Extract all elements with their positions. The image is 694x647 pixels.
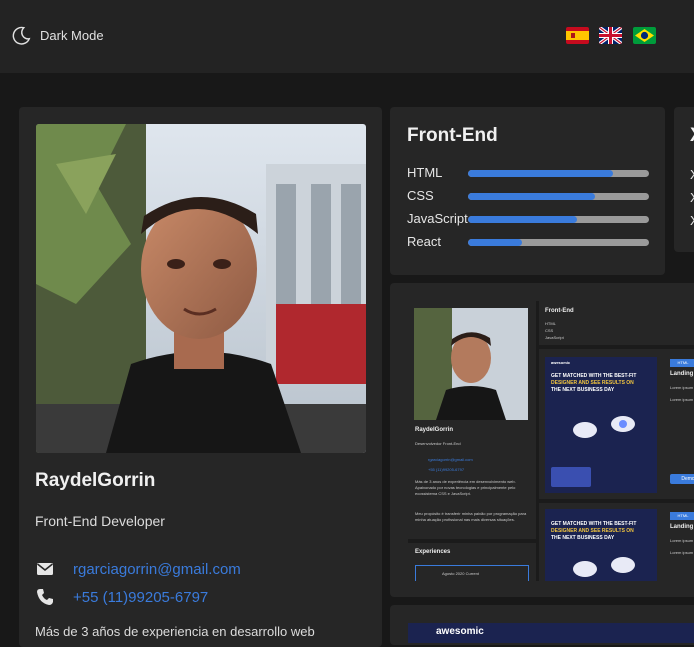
skill-row: React (407, 234, 652, 252)
skill-bar-fill (468, 170, 613, 177)
mini-card-line: Lorem ipsum (670, 538, 694, 543)
mini-card-line: Lorem ipsum (670, 397, 694, 402)
skills-title: Front-End (407, 125, 498, 146)
profile-photo (36, 124, 366, 453)
skill-label: CSS (407, 188, 434, 203)
astronaut-illustration (573, 557, 635, 577)
skill-row: HTML (407, 165, 652, 183)
skill-bar-fill (468, 239, 523, 246)
mini-project-image: GET MATCHED WITH THE BEST-FIT DESIGNER AN… (545, 509, 657, 581)
secondary-skill-label: X (690, 167, 694, 182)
skill-label: HTML (407, 165, 443, 180)
mini-email: rgarciagorrin@gmail.com (428, 457, 473, 462)
mini-promo (551, 467, 591, 487)
profile-bio: Más de 3 años de experiencia en desarrol… (35, 624, 315, 639)
mini-card-title: Landing (670, 524, 694, 530)
mini-tag: HTML (670, 512, 694, 520)
mini-photo (414, 308, 528, 420)
frontend-skills-card: Front-End HTML CSS JavaScript React (390, 107, 665, 275)
secondary-skills-card: X X X X (674, 107, 694, 252)
secondary-skills-title: X (690, 125, 694, 147)
mini-experience-text: Agosto 2020 Current (442, 571, 479, 576)
skill-label: JavaScript (407, 211, 468, 226)
skill-bar (468, 170, 649, 177)
mini-experiences: Experiences Agosto 2020 Current (408, 543, 536, 581)
project-screenshot[interactable]: awesomic (408, 623, 694, 643)
profile-name: RaydelGorrin (35, 470, 156, 491)
dark-mode-label[interactable]: Dark Mode (40, 28, 104, 43)
mini-project-card: awesomic GET MATCHED WITH THE BEST-FIT DE… (539, 349, 694, 499)
mini-card-line: Lorem ipsum (670, 385, 694, 390)
project-brand: awesomic (436, 626, 484, 637)
email-link[interactable]: rgarciagorrin@gmail.com (73, 561, 241, 578)
top-bar: Dark Mode (0, 0, 694, 73)
mini-skill: JavaScript (545, 335, 564, 340)
mini-experience-item: Agosto 2020 Current (415, 565, 529, 581)
mini-card-line: Lorem ipsum (670, 550, 694, 555)
skill-bar-fill (468, 216, 577, 223)
mini-headline: GET MATCHED WITH THE BEST-FIT DESIGNER AN… (551, 373, 637, 393)
mini-skill: CSS (545, 328, 554, 333)
mini-role: Desenvolvedor Front-End (415, 441, 461, 446)
profile-role: Front-End Developer (35, 513, 165, 529)
mini-card-title: Landing (670, 371, 694, 377)
phone-link[interactable]: +55 (11)99205-6797 (73, 589, 208, 606)
secondary-skill-label: X (690, 190, 694, 205)
mini-tag: HTML (670, 359, 694, 367)
mini-bio-2: Meu propósito é transferir minha paixão … (415, 511, 527, 522)
skill-bar (468, 216, 649, 223)
mini-skills: Front-End HTML CSS JavaScript (539, 301, 694, 345)
mini-project-card: GET MATCHED WITH THE BEST-FIT DESIGNER AN… (539, 503, 694, 581)
skill-bar (468, 239, 649, 246)
astronaut-illustration (573, 416, 635, 438)
spain-flag-icon[interactable] (566, 27, 589, 44)
mini-name: RaydelGorrin (415, 427, 454, 433)
mini-headline: GET MATCHED WITH THE BEST-FIT DESIGNER AN… (551, 521, 637, 541)
mini-project-image: awesomic GET MATCHED WITH THE BEST-FIT DE… (545, 357, 657, 493)
moon-icon[interactable] (10, 25, 32, 47)
skill-label: React (407, 234, 441, 249)
skill-row: JavaScript (407, 211, 652, 229)
project-preview-card[interactable]: RaydelGorrin Desenvolvedor Front-End rga… (390, 283, 694, 597)
secondary-skill-label: X (690, 213, 694, 228)
skill-bar (468, 193, 649, 200)
mini-skills-title: Front-End (545, 308, 574, 314)
mini-experiences-title: Experiences (415, 549, 451, 555)
phone-icon (37, 589, 53, 605)
mini-profile: RaydelGorrin Desenvolvedor Front-End rga… (408, 301, 536, 539)
uk-flag-icon[interactable] (599, 27, 622, 44)
mini-brand: awesomic (551, 360, 571, 365)
profile-card: RaydelGorrin Front-End Developer rgarcia… (19, 107, 382, 647)
mini-bio: Más de 3 anos de experiência em desenvol… (415, 479, 516, 496)
mini-demo-button: Demo (670, 474, 694, 484)
project-screenshot[interactable]: RaydelGorrin Desenvolvedor Front-End rga… (408, 301, 694, 581)
project-preview-card[interactable]: awesomic (390, 605, 694, 645)
skill-row: CSS (407, 188, 652, 206)
skill-bar-fill (468, 193, 595, 200)
envelope-icon (37, 563, 53, 575)
brazil-flag-icon[interactable] (633, 27, 656, 44)
mini-skill: HTML (545, 321, 556, 326)
mini-phone: +55 (11)99205-6797 (428, 467, 465, 472)
